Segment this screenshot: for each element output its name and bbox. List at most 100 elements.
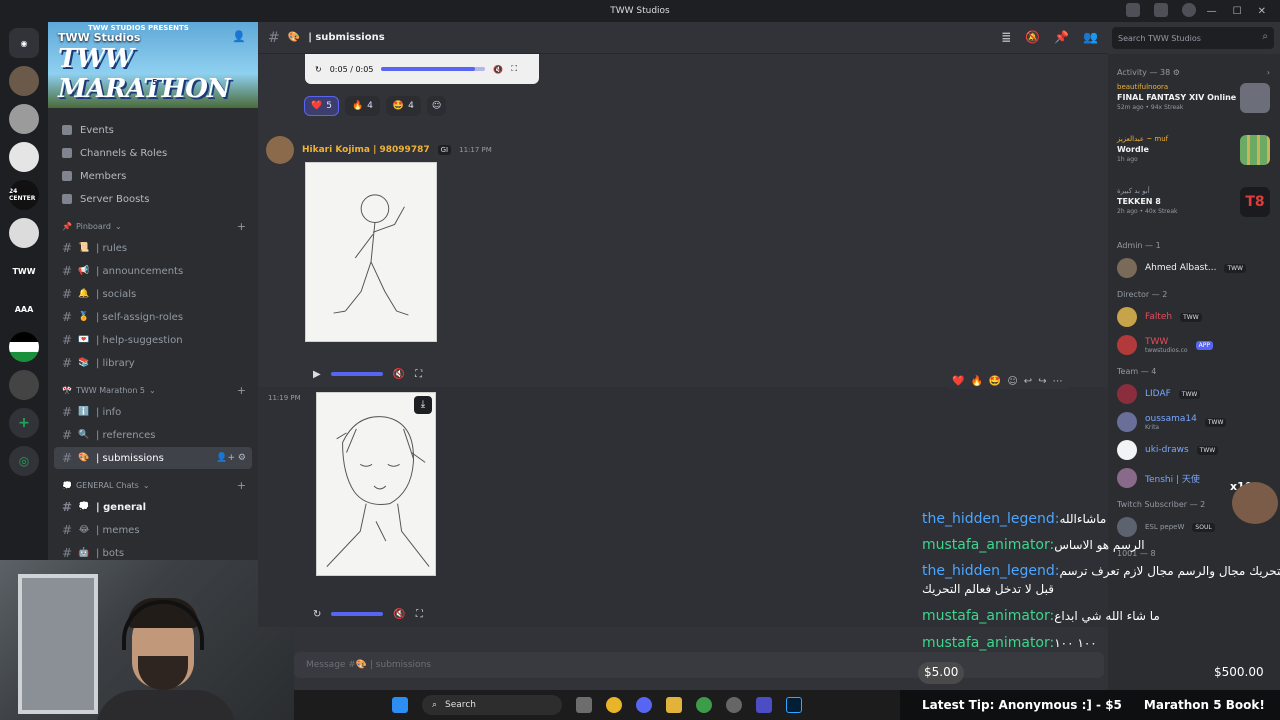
category-pinboard[interactable]: 📌 Pinboard ⌄ + bbox=[48, 216, 258, 236]
channel-help-suggestion[interactable]: # 💌 | help-suggestion bbox=[48, 329, 252, 351]
server-name[interactable]: TWW Studios bbox=[58, 31, 140, 44]
add-channel-icon[interactable]: + bbox=[237, 220, 246, 233]
sketch-attachment-1[interactable] bbox=[305, 162, 437, 342]
windows-start-icon[interactable] bbox=[392, 697, 408, 713]
help-icon[interactable] bbox=[1182, 3, 1196, 17]
photoshop-icon[interactable] bbox=[786, 697, 802, 713]
fullscreen-icon[interactable]: ⛶ bbox=[415, 369, 422, 380]
server-icon-tww[interactable]: TWW bbox=[9, 256, 39, 286]
reaction-star-eyes[interactable]: 🤩 4 bbox=[385, 96, 421, 116]
category-marathon[interactable]: 🎌 TWW Marathon 5 ⌄ + bbox=[48, 380, 258, 400]
video-progress[interactable] bbox=[331, 612, 384, 616]
activity-header[interactable]: Activity — 38 ⚙ › bbox=[1108, 54, 1280, 77]
avatar[interactable] bbox=[266, 136, 294, 164]
server-icon-4[interactable] bbox=[9, 218, 39, 248]
server-icon-5[interactable] bbox=[9, 370, 39, 400]
discover-icon[interactable]: ◎ bbox=[9, 446, 39, 476]
inbox-icon[interactable] bbox=[1126, 3, 1140, 17]
settings-icon[interactable] bbox=[726, 697, 742, 713]
close-icon[interactable]: ✕ bbox=[1258, 6, 1266, 17]
play-icon[interactable]: ▶ bbox=[313, 369, 321, 380]
sketch-attachment-2[interactable] bbox=[316, 392, 436, 576]
video-progress[interactable] bbox=[330, 372, 383, 376]
add-server-icon[interactable]: + bbox=[9, 408, 39, 438]
activity-card[interactable]: beautifulnoora FINAL FANTASY XIV Online … bbox=[1108, 77, 1280, 129]
nav-events[interactable]: Events bbox=[48, 119, 258, 141]
member-row[interactable]: TWW twwstudios.co APP bbox=[1108, 331, 1280, 359]
explorer-icon[interactable] bbox=[666, 697, 682, 713]
search-input[interactable]: Search TWW Studios ⌕ bbox=[1112, 27, 1274, 49]
volume-icon[interactable]: 🔇 bbox=[393, 369, 405, 380]
invite-icon[interactable]: 👤 bbox=[232, 30, 246, 43]
member-row[interactable]: LIDAF TWW bbox=[1108, 380, 1280, 408]
channel-settings-icon[interactable]: 👤+ ⚙ bbox=[216, 453, 246, 463]
server-icon-aaa[interactable]: AAA bbox=[9, 294, 39, 324]
server-icon-3[interactable] bbox=[9, 142, 39, 172]
video-progress[interactable] bbox=[381, 67, 486, 71]
maximize-icon[interactable]: ☐ bbox=[1233, 6, 1242, 17]
add-channel-icon[interactable]: + bbox=[237, 479, 246, 492]
channel-memes[interactable]: # 😂 | memes bbox=[48, 519, 252, 541]
add-reaction-icon[interactable]: ☺ bbox=[1007, 376, 1017, 387]
nav-members[interactable]: Members bbox=[48, 165, 258, 187]
member-row[interactable]: uki-draws TWW bbox=[1108, 436, 1280, 464]
member-list-icon[interactable]: 👥 bbox=[1083, 30, 1098, 44]
server-icon-2[interactable] bbox=[9, 104, 39, 134]
add-channel-icon[interactable]: + bbox=[237, 384, 246, 397]
channel-announcements[interactable]: # 📢 | announcements bbox=[48, 260, 252, 282]
taskview-icon[interactable] bbox=[576, 697, 592, 713]
reaction-heart[interactable]: ❤️ 5 bbox=[304, 96, 339, 116]
channel-submissions[interactable]: # 🎨 | submissions 👤+ ⚙ bbox=[54, 447, 252, 469]
activity-card[interactable]: أبو بد كبيرة TEKKEN 8 2h ago • 40x Strea… bbox=[1108, 181, 1280, 233]
fire-react-icon[interactable]: 🔥 bbox=[970, 376, 982, 387]
member-row[interactable]: Falteh TWW bbox=[1108, 303, 1280, 331]
member-row[interactable]: Ahmed Albast... TWW bbox=[1108, 254, 1280, 282]
chrome-icon[interactable] bbox=[606, 697, 622, 713]
member-row[interactable]: oussama14 Krita TWW bbox=[1108, 408, 1280, 436]
minimize-icon[interactable]: — bbox=[1207, 6, 1217, 17]
server-banner[interactable]: TWW STUDIOS PRESENTS TWW Studios 👤 TWW M… bbox=[48, 22, 258, 108]
volume-icon[interactable]: 🔇 bbox=[393, 609, 405, 620]
channel-library[interactable]: # 📚 | library bbox=[48, 352, 252, 374]
mute-icon[interactable]: 🔕 bbox=[1025, 30, 1040, 44]
server-icon-center[interactable]: 24 CENTER bbox=[9, 180, 39, 210]
channel-emoji-icon: 💭 bbox=[78, 502, 90, 512]
volume-icon[interactable]: 🔇 bbox=[493, 65, 503, 74]
nav-channels-roles[interactable]: Channels & Roles bbox=[48, 142, 258, 164]
fullscreen-icon[interactable]: ⛶ bbox=[511, 64, 517, 74]
channel-references[interactable]: # 🔍 | references bbox=[48, 424, 252, 446]
app-icon[interactable] bbox=[756, 697, 772, 713]
download-icon[interactable]: ⤓ bbox=[414, 396, 432, 414]
star-react-icon[interactable]: 🤩 bbox=[989, 376, 1001, 387]
forward-icon[interactable]: ↪ bbox=[1038, 376, 1046, 387]
channel-info[interactable]: # ℹ️ | info bbox=[48, 401, 252, 423]
more-icon[interactable]: ⋯ bbox=[1053, 376, 1063, 387]
replay-icon[interactable]: ↻ bbox=[313, 609, 321, 620]
chrome2-icon[interactable] bbox=[696, 697, 712, 713]
reply-icon[interactable]: ↩ bbox=[1024, 376, 1032, 387]
channel-general[interactable]: # 💭 | general bbox=[48, 496, 252, 518]
discord-icon[interactable] bbox=[636, 697, 652, 713]
discord-home-icon[interactable]: ◉ bbox=[9, 28, 39, 58]
threads-icon[interactable]: ≣ bbox=[1001, 30, 1011, 44]
channel-self-assign-roles[interactable]: # 🏅 | self-assign-roles bbox=[48, 306, 252, 328]
server-icon-flag[interactable] bbox=[9, 332, 39, 362]
nav-server-boosts[interactable]: Server Boosts bbox=[48, 188, 258, 210]
hash-icon: # bbox=[62, 523, 73, 537]
server-icon-1[interactable] bbox=[9, 66, 39, 96]
taskbar-search[interactable]: ⌕ Search bbox=[422, 695, 562, 715]
heart-react-icon[interactable]: ❤️ bbox=[952, 376, 964, 387]
replay-icon[interactable]: ↻ bbox=[315, 65, 322, 74]
channel-rules[interactable]: # 📜 | rules bbox=[48, 237, 252, 259]
channel-socials[interactable]: # 🔔 | socials bbox=[48, 283, 252, 305]
channel-bots[interactable]: # 🤖 | bots bbox=[48, 542, 252, 560]
channel-emoji-icon: 📜 bbox=[78, 243, 90, 253]
pin-icon[interactable]: 📌 bbox=[1054, 30, 1069, 44]
activity-card[interactable]: عبدالعزيز ~ muf Wordle 1h ago bbox=[1108, 129, 1280, 181]
fullscreen-icon[interactable]: ⛶ bbox=[416, 609, 423, 620]
reaction-fire[interactable]: 🔥 4 bbox=[344, 96, 380, 116]
add-reaction-button[interactable]: ☺ bbox=[426, 96, 447, 116]
author-name[interactable]: Hikari Kojima | 98099787 bbox=[302, 145, 430, 155]
category-general[interactable]: 💭 GENERAL Chats ⌄ + bbox=[48, 475, 258, 495]
screen-icon[interactable] bbox=[1154, 3, 1168, 17]
